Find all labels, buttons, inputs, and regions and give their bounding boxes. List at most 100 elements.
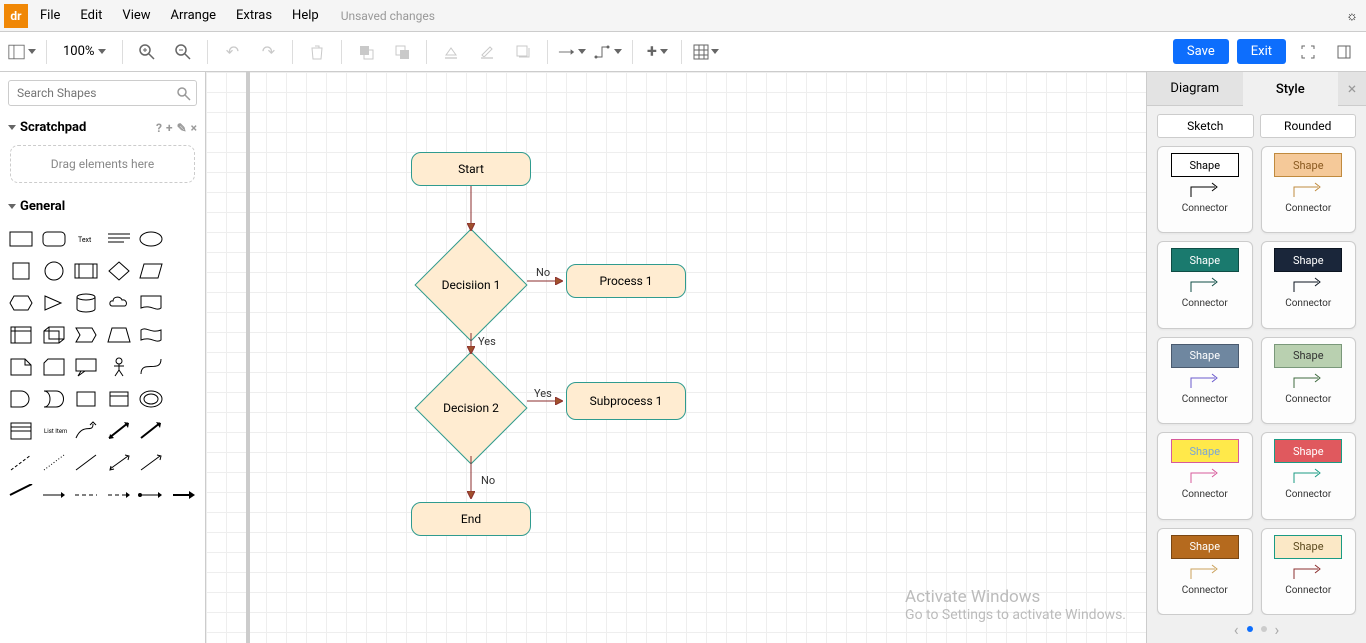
zoom-in-button[interactable] (133, 38, 161, 66)
style-preset-8[interactable]: ShapeConnector (1157, 528, 1253, 615)
shape-dotted-line[interactable] (39, 448, 69, 478)
menu-view[interactable]: View (114, 4, 158, 27)
fill-color-button[interactable] (437, 38, 465, 66)
shape-circle[interactable] (39, 256, 69, 286)
tab-diagram[interactable]: Diagram (1147, 72, 1243, 106)
shape-cylinder[interactable] (71, 288, 101, 318)
menu-help[interactable]: Help (284, 4, 327, 27)
redo-button[interactable]: ↷ (254, 38, 282, 66)
style-preset-6[interactable]: ShapeConnector (1157, 432, 1253, 519)
shape-textbox[interactable] (104, 224, 134, 254)
style-preset-0[interactable]: ShapeConnector (1157, 146, 1253, 233)
shape-cloud[interactable] (104, 288, 134, 318)
pager-next-icon[interactable]: › (1275, 620, 1280, 639)
shape-rounded-rect[interactable] (39, 224, 69, 254)
scratchpad-help-icon[interactable]: ? (156, 121, 162, 135)
scratchpad-add-icon[interactable]: + (166, 121, 173, 135)
exit-button[interactable]: Exit (1237, 39, 1286, 64)
node-end[interactable]: End (411, 502, 531, 536)
shape-dashed-line[interactable] (6, 448, 36, 478)
shape-and[interactable] (6, 384, 36, 414)
shape-actor[interactable] (104, 352, 134, 382)
toggle-rounded[interactable]: Rounded (1260, 114, 1357, 138)
shape-tape[interactable] (136, 320, 166, 350)
search-shapes-input[interactable] (8, 80, 197, 106)
shape-list[interactable] (6, 416, 36, 446)
shape-link2[interactable] (39, 480, 69, 510)
menu-file[interactable]: File (32, 4, 68, 27)
shape-step[interactable] (71, 320, 101, 350)
shape-diamond[interactable] (104, 256, 134, 286)
shape-link5[interactable] (136, 480, 166, 510)
shape-parallelogram[interactable] (136, 256, 166, 286)
style-preset-5[interactable]: ShapeConnector (1261, 337, 1357, 424)
menu-extras[interactable]: Extras (228, 4, 280, 27)
shape-doubleellipse[interactable] (136, 384, 166, 414)
style-preset-1[interactable]: ShapeConnector (1261, 146, 1357, 233)
tab-close-icon[interactable]: × (1338, 72, 1366, 106)
format-panel-button[interactable] (1330, 38, 1358, 66)
to-front-button[interactable] (352, 38, 380, 66)
fullscreen-button[interactable] (1294, 38, 1322, 66)
shape-cube[interactable] (39, 320, 69, 350)
theme-icon[interactable]: ☼ (1342, 4, 1362, 28)
shape-biarrow-thick[interactable] (104, 416, 134, 446)
menu-edit[interactable]: Edit (72, 4, 110, 27)
shape-internal-storage[interactable] (6, 320, 36, 350)
scratchpad-dropzone[interactable]: Drag elements here (10, 145, 195, 183)
shape-callout[interactable] (71, 352, 101, 382)
style-preset-3[interactable]: ShapeConnector (1261, 241, 1357, 328)
shape-arrow[interactable] (136, 448, 166, 478)
node-start[interactable]: Start (411, 152, 531, 186)
shape-link4[interactable] (104, 480, 134, 510)
shape-rectangle[interactable] (6, 224, 36, 254)
canvas[interactable]: Start Decisiion 1 Process 1 Decision 2 S… (206, 72, 1146, 643)
table-button[interactable] (692, 38, 720, 66)
save-button[interactable]: Save (1173, 39, 1229, 64)
shape-arrow-thick[interactable] (136, 416, 166, 446)
shape-document[interactable] (136, 288, 166, 318)
shape-link1[interactable] (6, 480, 36, 510)
scratchpad-close-icon[interactable]: × (191, 121, 197, 135)
node-process1[interactable]: Process 1 (566, 264, 686, 298)
general-header[interactable]: General (0, 193, 205, 220)
style-preset-7[interactable]: ShapeConnector (1261, 432, 1357, 519)
connection-button[interactable] (558, 38, 586, 66)
pager-dot[interactable] (1247, 626, 1253, 632)
toggle-sketch[interactable]: Sketch (1157, 114, 1254, 138)
shape-container[interactable] (104, 384, 134, 414)
pager-prev-icon[interactable]: ‹ (1234, 620, 1239, 639)
shape-trapezoid[interactable] (104, 320, 134, 350)
shape-triangle[interactable] (39, 288, 69, 318)
shape-text[interactable]: Text (71, 224, 101, 254)
pager-dot[interactable] (1261, 626, 1267, 632)
zoom-dropdown[interactable]: 100% (57, 44, 112, 59)
undo-button[interactable]: ↶ (218, 38, 246, 66)
zoom-out-button[interactable] (169, 38, 197, 66)
style-preset-2[interactable]: ShapeConnector (1157, 241, 1253, 328)
shape-link3[interactable] (71, 480, 101, 510)
shape-biarrow[interactable] (104, 448, 134, 478)
line-color-button[interactable] (473, 38, 501, 66)
shape-curvearrow[interactable] (71, 416, 101, 446)
shape-square[interactable] (6, 256, 36, 286)
shape-process[interactable] (71, 256, 101, 286)
style-preset-4[interactable]: ShapeConnector (1157, 337, 1253, 424)
shape-listitem[interactable]: List Item (39, 416, 69, 446)
shape-datastore[interactable] (71, 384, 101, 414)
shadow-button[interactable] (509, 38, 537, 66)
shape-or[interactable] (39, 384, 69, 414)
shape-hexagon[interactable] (6, 288, 36, 318)
tab-style[interactable]: Style (1243, 72, 1339, 106)
shape-line[interactable] (71, 448, 101, 478)
style-preset-9[interactable]: ShapeConnector (1261, 528, 1357, 615)
shape-curve[interactable] (136, 352, 166, 382)
menu-arrange[interactable]: Arrange (163, 4, 224, 27)
delete-button[interactable] (303, 38, 331, 66)
shape-note[interactable] (6, 352, 36, 382)
shape-ellipse[interactable] (136, 224, 166, 254)
insert-button[interactable]: + (643, 38, 671, 66)
scratchpad-header[interactable]: Scratchpad ? + ✎ × (0, 114, 205, 141)
shape-card[interactable] (39, 352, 69, 382)
waypoints-button[interactable] (594, 38, 622, 66)
